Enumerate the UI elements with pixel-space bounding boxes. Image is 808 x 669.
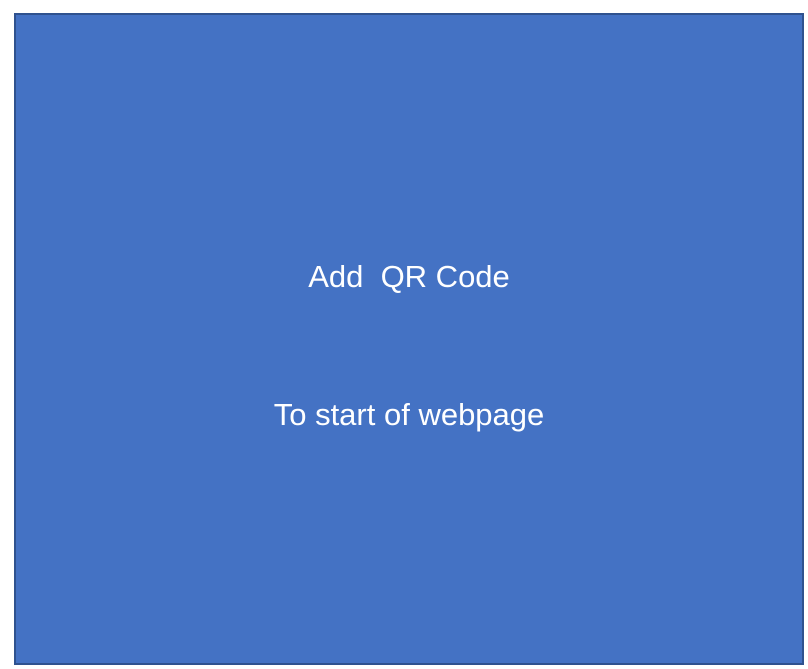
placeholder-box: Add QR Code To start of webpage	[14, 13, 804, 665]
box-text-line-2: To start of webpage	[273, 397, 545, 432]
slide-canvas: Add QR Code To start of webpage	[0, 0, 808, 669]
box-text-line-1: Add QR Code	[308, 259, 510, 294]
box-text: Add QR Code To start of webpage	[274, 162, 545, 530]
